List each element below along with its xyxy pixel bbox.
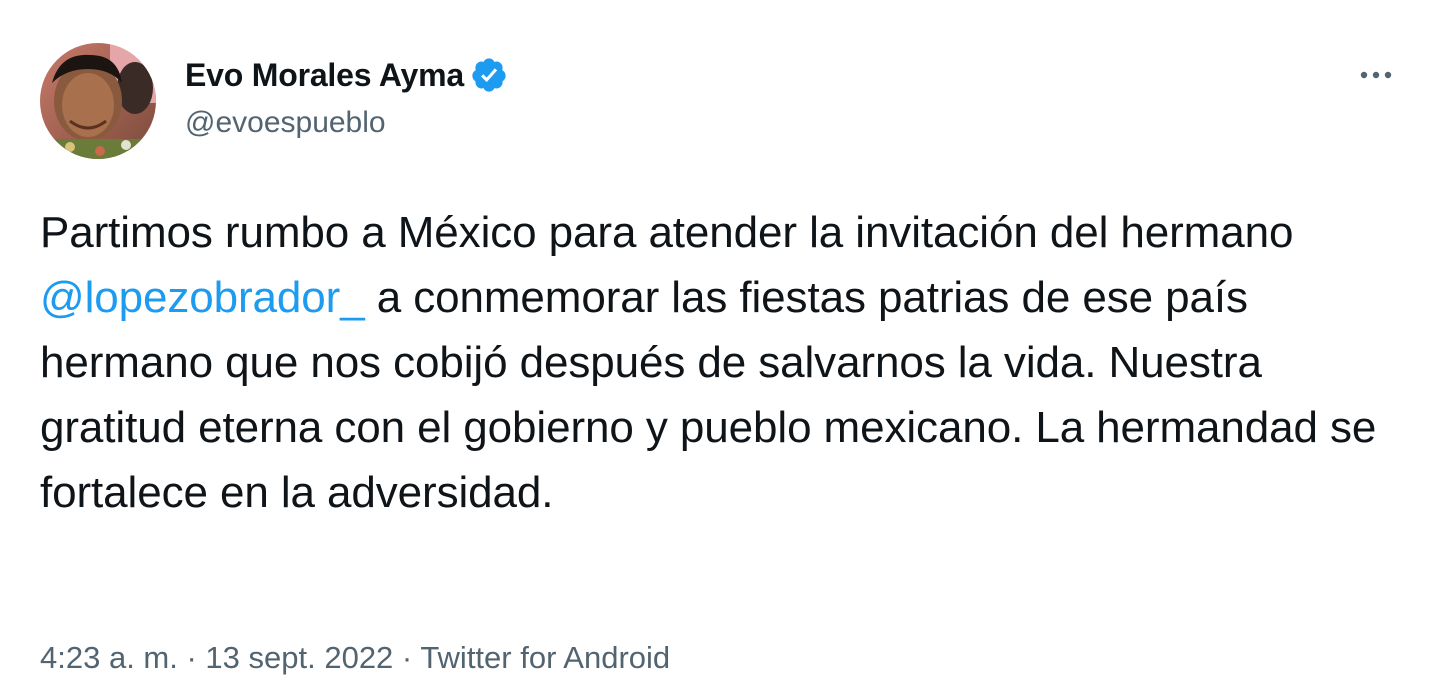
author-name-row[interactable]: Evo Morales Ayma [185, 56, 508, 94]
meta-separator: · [177, 640, 206, 675]
tweet-time[interactable]: 4:23 a. m. [40, 640, 178, 675]
tweet-metadata: 4:23 a. m. · 13 sept. 2022 · Twitter for… [40, 640, 670, 676]
more-options-icon[interactable] [1354, 58, 1398, 92]
tweet-source[interactable]: Twitter for Android [420, 640, 670, 675]
avatar[interactable] [40, 43, 156, 159]
author-handle[interactable]: @evoespueblo [185, 106, 386, 140]
tweet-text: Partimos rumbo a México para atender la … [40, 200, 1410, 525]
avatar-image [40, 43, 156, 159]
mention-link[interactable]: @lopezobrador_ [40, 273, 365, 322]
meta-separator: · [393, 640, 421, 675]
tweet-text-before: Partimos rumbo a México para atender la … [40, 208, 1294, 257]
tweet-card: Evo Morales Ayma @evoespueblo Partimos r… [0, 0, 1438, 690]
verified-badge-icon [470, 56, 508, 94]
author-display-name[interactable]: Evo Morales Ayma [185, 57, 464, 94]
tweet-date[interactable]: 13 sept. 2022 [205, 640, 393, 675]
